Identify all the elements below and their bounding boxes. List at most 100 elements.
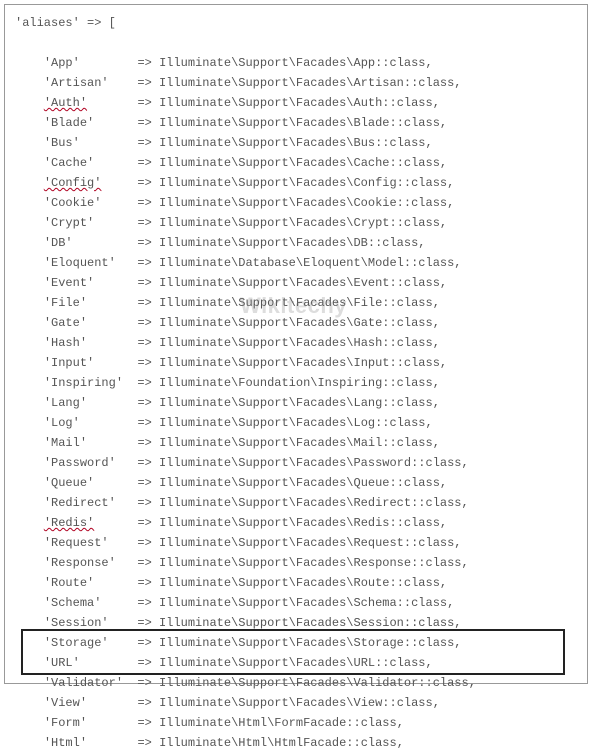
alias-pad <box>94 576 130 590</box>
alias-arrow: => <box>130 476 159 490</box>
alias-arrow: => <box>130 396 159 410</box>
alias-arrow: => <box>130 336 159 350</box>
alias-value: Illuminate\Support\Facades\Request::clas… <box>159 536 461 550</box>
alias-row: 'Response' => Illuminate\Support\Facades… <box>15 553 577 573</box>
alias-key: 'Request' <box>44 536 109 550</box>
alias-value: Illuminate\Support\Facades\Gate::class, <box>159 316 440 330</box>
alias-arrow: => <box>130 676 159 690</box>
alias-pad <box>80 56 130 70</box>
alias-pad <box>87 396 130 410</box>
alias-arrow: => <box>130 196 159 210</box>
alias-arrow: => <box>130 316 159 330</box>
alias-arrow: => <box>130 276 159 290</box>
alias-value: Illuminate\Support\Facades\Redirect::cla… <box>159 496 469 510</box>
alias-arrow: => <box>130 356 159 370</box>
alias-key: 'Schema' <box>44 596 102 610</box>
alias-value: Illuminate\Support\Facades\Redis::class, <box>159 516 447 530</box>
alias-value: Illuminate\Support\Facades\Hash::class, <box>159 336 440 350</box>
alias-row: 'File' => Illuminate\Support\Facades\Fil… <box>15 293 577 313</box>
alias-pad <box>87 316 130 330</box>
alias-value: Illuminate\Support\Facades\DB::class, <box>159 236 425 250</box>
blank-line <box>15 33 577 53</box>
alias-arrow: => <box>130 656 159 670</box>
alias-row: 'Schema' => Illuminate\Support\Facades\S… <box>15 593 577 613</box>
alias-key: 'Crypt' <box>44 216 94 230</box>
alias-value: Illuminate\Support\Facades\File::class, <box>159 296 440 310</box>
alias-row: 'Cookie' => Illuminate\Support\Facades\C… <box>15 193 577 213</box>
alias-value: Illuminate\Support\Facades\Lang::class, <box>159 396 440 410</box>
alias-pad <box>87 296 130 310</box>
alias-key: 'Log' <box>44 416 80 430</box>
alias-key: 'View' <box>44 696 87 710</box>
alias-row: 'Eloquent' => Illuminate\Database\Eloque… <box>15 253 577 273</box>
alias-pad <box>87 696 130 710</box>
alias-pad <box>87 736 130 750</box>
alias-key: 'Lang' <box>44 396 87 410</box>
alias-key: 'Event' <box>44 276 94 290</box>
alias-key: 'Queue' <box>44 476 94 490</box>
alias-arrow: => <box>130 216 159 230</box>
alias-pad <box>73 236 131 250</box>
alias-value: Illuminate\Support\Facades\URL::class, <box>159 656 433 670</box>
alias-row: 'Password' => Illuminate\Support\Facades… <box>15 453 577 473</box>
alias-key: 'Blade' <box>44 116 94 130</box>
alias-row: 'Redis' => Illuminate\Support\Facades\Re… <box>15 513 577 533</box>
alias-value: Illuminate\Html\FormFacade::class, <box>159 716 404 730</box>
alias-row: 'Crypt' => Illuminate\Support\Facades\Cr… <box>15 213 577 233</box>
alias-key: 'Redirect' <box>44 496 116 510</box>
alias-arrow: => <box>130 596 159 610</box>
alias-arrow: => <box>130 576 159 590</box>
alias-arrow: => <box>130 696 159 710</box>
alias-arrow: => <box>130 516 159 530</box>
alias-value: Illuminate\Support\Facades\Validator::cl… <box>159 676 476 690</box>
alias-key: 'Mail' <box>44 436 87 450</box>
alias-row: 'Hash' => Illuminate\Support\Facades\Has… <box>15 333 577 353</box>
alias-row: 'Validator' => Illuminate\Support\Facade… <box>15 673 577 693</box>
alias-pad <box>80 416 130 430</box>
alias-pad <box>101 196 130 210</box>
alias-pad <box>109 616 131 630</box>
alias-key: 'Redis' <box>44 516 94 530</box>
alias-value: Illuminate\Support\Facades\Input::class, <box>159 356 447 370</box>
alias-arrow: => <box>130 116 159 130</box>
alias-key: 'Gate' <box>44 316 87 330</box>
alias-arrow: => <box>130 76 159 90</box>
alias-key: 'Password' <box>44 456 116 470</box>
alias-value: Illuminate\Support\Facades\Password::cla… <box>159 456 469 470</box>
alias-key: 'Input' <box>44 356 94 370</box>
alias-pad <box>109 636 131 650</box>
alias-arrow: => <box>130 436 159 450</box>
alias-pad <box>94 476 130 490</box>
alias-arrow: => <box>130 176 159 190</box>
alias-pad <box>116 556 130 570</box>
alias-value: Illuminate\Support\Facades\Cache::class, <box>159 156 447 170</box>
alias-arrow: => <box>130 236 159 250</box>
alias-row: 'Html' => Illuminate\Html\HtmlFacade::cl… <box>15 733 577 753</box>
alias-value: Illuminate\Support\Facades\Response::cla… <box>159 556 469 570</box>
alias-pad <box>87 336 130 350</box>
alias-arrow: => <box>130 636 159 650</box>
alias-arrow: => <box>130 496 159 510</box>
alias-arrow: => <box>130 616 159 630</box>
alias-row: 'Form' => Illuminate\Html\FormFacade::cl… <box>15 713 577 733</box>
alias-row: 'Request' => Illuminate\Support\Facades\… <box>15 533 577 553</box>
alias-pad <box>87 96 130 110</box>
alias-row: 'Cache' => Illuminate\Support\Facades\Ca… <box>15 153 577 173</box>
alias-value: Illuminate\Support\Facades\Mail::class, <box>159 436 440 450</box>
alias-value: Illuminate\Support\Facades\Auth::class, <box>159 96 440 110</box>
alias-row: 'Route' => Illuminate\Support\Facades\Ro… <box>15 573 577 593</box>
alias-pad <box>109 76 131 90</box>
alias-row: 'Redirect' => Illuminate\Support\Facades… <box>15 493 577 513</box>
alias-arrow: => <box>130 376 159 390</box>
alias-row: 'Inspiring' => Illuminate\Foundation\Ins… <box>15 373 577 393</box>
alias-pad <box>116 256 130 270</box>
alias-arrow: => <box>130 256 159 270</box>
alias-value: Illuminate\Html\HtmlFacade::class, <box>159 736 404 750</box>
alias-row: 'Lang' => Illuminate\Support\Facades\Lan… <box>15 393 577 413</box>
alias-pad <box>94 276 130 290</box>
alias-arrow: => <box>130 296 159 310</box>
alias-key: 'Session' <box>44 616 109 630</box>
alias-pad <box>101 176 130 190</box>
alias-row: 'Storage' => Illuminate\Support\Facades\… <box>15 633 577 653</box>
alias-row: 'DB' => Illuminate\Support\Facades\DB::c… <box>15 233 577 253</box>
